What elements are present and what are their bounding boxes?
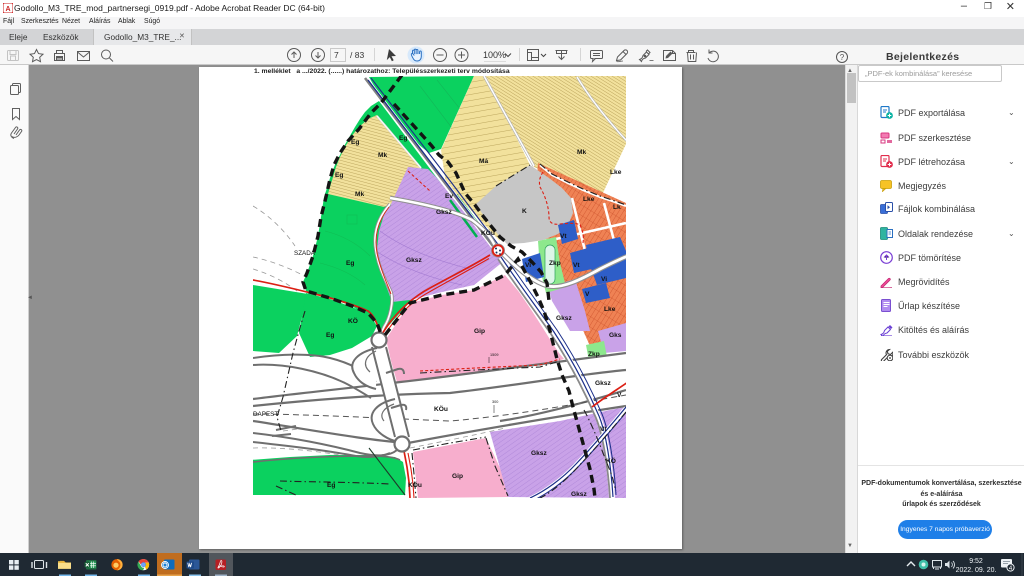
svg-text:SZADA: SZADA — [294, 250, 316, 257]
svg-text:Eg: Eg — [335, 172, 343, 179]
svg-text:Mk: Mk — [355, 191, 364, 198]
svg-text:Gksz: Gksz — [531, 450, 547, 457]
svg-text:Gksz: Gksz — [595, 380, 611, 387]
svg-text:Gksz: Gksz — [436, 209, 452, 216]
svg-text:Mk: Mk — [577, 149, 586, 156]
svg-text:Lke: Lke — [583, 196, 595, 203]
svg-text:Eg: Eg — [326, 332, 334, 339]
svg-text:Gks: Gks — [609, 332, 622, 339]
svg-text:300: 300 — [492, 400, 498, 404]
svg-text:Vt: Vt — [573, 262, 580, 269]
svg-text:Vt: Vt — [600, 426, 607, 433]
svg-text:KÖu: KÖu — [408, 480, 422, 489]
svg-text:2022. 09. 20.: 2022. 09. 20. — [956, 567, 997, 574]
svg-text:V: V — [585, 291, 590, 298]
svg-text:Gip: Gip — [452, 473, 463, 480]
svg-text:Lke: Lke — [610, 169, 622, 176]
svg-text:KÖu: KÖu — [434, 404, 448, 413]
svg-text:Eg: Eg — [346, 260, 354, 267]
svg-text:KÖ: KÖ — [606, 456, 616, 465]
svg-text:Zkp: Zkp — [588, 351, 600, 358]
svg-text:Vt: Vt — [560, 233, 567, 240]
svg-text:9:52: 9:52 — [969, 558, 983, 565]
svg-text:Eg: Eg — [327, 482, 335, 489]
svg-text:Vi: Vi — [601, 276, 607, 283]
svg-text:1509: 1509 — [490, 353, 498, 357]
svg-text:KÖu: KÖu — [481, 228, 495, 237]
svg-text:Lk: Lk — [613, 204, 621, 211]
svg-text:KÖ: KÖ — [348, 316, 358, 325]
svg-text:DAPEST: DAPEST — [253, 411, 278, 418]
svg-text:Má: Má — [479, 158, 488, 165]
svg-text:Vi: Vi — [525, 262, 531, 269]
svg-text:Eg: Eg — [399, 135, 407, 142]
svg-text:Lke: Lke — [604, 306, 616, 313]
svg-text:K: K — [522, 208, 527, 215]
svg-text:Mk: Mk — [378, 152, 387, 159]
svg-text:Gksz: Gksz — [406, 257, 422, 264]
svg-text:?: ? — [840, 53, 845, 62]
svg-text:Eg: Eg — [351, 139, 359, 146]
svg-text:Gip: Gip — [474, 328, 485, 335]
svg-text:Ev: Ev — [445, 193, 453, 200]
svg-text:Zkp: Zkp — [549, 260, 561, 267]
svg-text:V: V — [617, 392, 622, 399]
svg-text:Gksz: Gksz — [571, 491, 587, 498]
svg-text:Gksz: Gksz — [556, 315, 572, 322]
